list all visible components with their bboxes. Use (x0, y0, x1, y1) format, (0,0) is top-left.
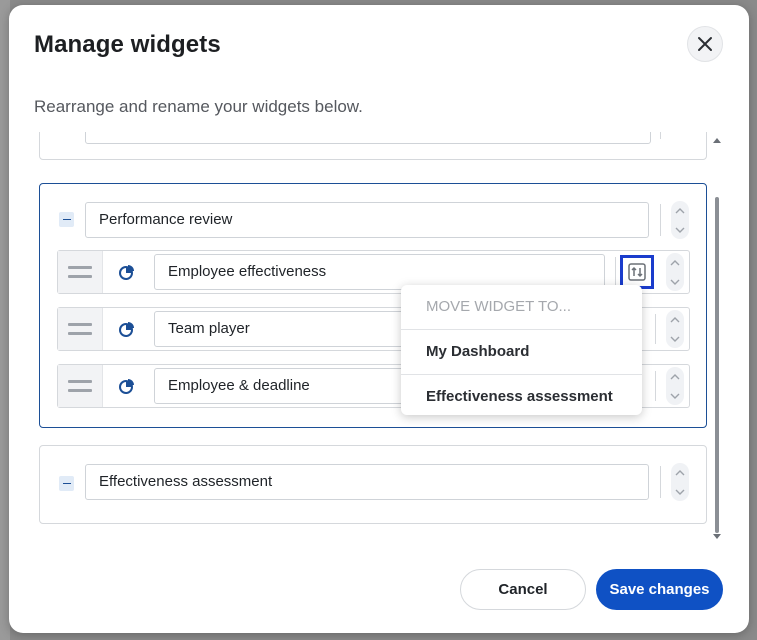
widget-group (39, 132, 707, 160)
drag-handle[interactable] (58, 251, 103, 293)
chevron-down-icon[interactable] (670, 336, 680, 342)
divider (655, 371, 656, 401)
dialog-title: Manage widgets (34, 31, 221, 58)
chevron-up-icon[interactable] (675, 469, 685, 476)
reorder-widget-arrows[interactable] (666, 310, 684, 348)
dialog-subtitle: Rearrange and rename your widgets below. (34, 97, 363, 116)
collapse-group-button[interactable] (59, 476, 74, 491)
reorder-group-arrows[interactable] (671, 201, 689, 239)
scroll-down-arrow-icon[interactable] (713, 534, 721, 540)
divider (655, 314, 656, 344)
chevron-down-icon[interactable] (675, 227, 685, 233)
save-changes-button[interactable]: Save changes (596, 569, 723, 610)
chevron-down-icon[interactable] (670, 279, 680, 285)
widget-group-effectiveness-assessment: Effectiveness assessment (39, 445, 707, 524)
minus-icon (62, 218, 71, 221)
pie-chart-icon (119, 379, 134, 394)
chevron-up-icon[interactable] (675, 207, 685, 214)
manage-widgets-dialog: Manage widgets Rearrange and rename your… (9, 5, 749, 633)
widgets-scroll-area[interactable]: Performance review Employee effectivenes… (9, 132, 749, 542)
move-widget-menu: MOVE WIDGET TO... My Dashboard Effective… (401, 285, 642, 415)
collapse-group-button[interactable] (59, 212, 74, 227)
move-widget-button[interactable] (620, 255, 654, 289)
scroll-up-arrow-icon[interactable] (713, 137, 721, 143)
cancel-button[interactable]: Cancel (460, 569, 586, 610)
reorder-group-arrows[interactable] (671, 463, 689, 501)
menu-option-my-dashboard[interactable]: My Dashboard (401, 330, 642, 374)
move-icon (628, 263, 646, 281)
chevron-up-icon[interactable] (670, 316, 680, 323)
divider (660, 204, 661, 236)
chevron-up-icon[interactable] (670, 259, 680, 266)
drag-handle[interactable] (58, 365, 103, 407)
close-button[interactable] (687, 26, 723, 62)
group-name-input[interactable]: Effectiveness assessment (85, 464, 649, 500)
menu-option-effectiveness-assessment[interactable]: Effectiveness assessment (401, 375, 642, 419)
reorder-widget-arrows[interactable] (666, 253, 684, 291)
scrollbar-thumb[interactable] (715, 197, 719, 533)
pie-chart-icon (119, 265, 134, 280)
move-widget-menu-header: MOVE WIDGET TO... (426, 298, 572, 315)
minus-icon (62, 482, 71, 485)
chevron-up-icon[interactable] (670, 373, 680, 380)
divider (660, 466, 661, 498)
scrollbar[interactable] (713, 138, 721, 541)
divider (615, 257, 616, 287)
divider (660, 132, 661, 139)
group-name-input[interactable]: Performance review (85, 202, 649, 238)
drag-handle[interactable] (58, 308, 103, 350)
chevron-down-icon[interactable] (670, 393, 680, 399)
close-icon (698, 37, 712, 51)
pie-chart-icon (119, 322, 134, 337)
reorder-widget-arrows[interactable] (666, 367, 684, 405)
group-name-input[interactable] (85, 132, 651, 144)
chevron-down-icon[interactable] (675, 489, 685, 495)
